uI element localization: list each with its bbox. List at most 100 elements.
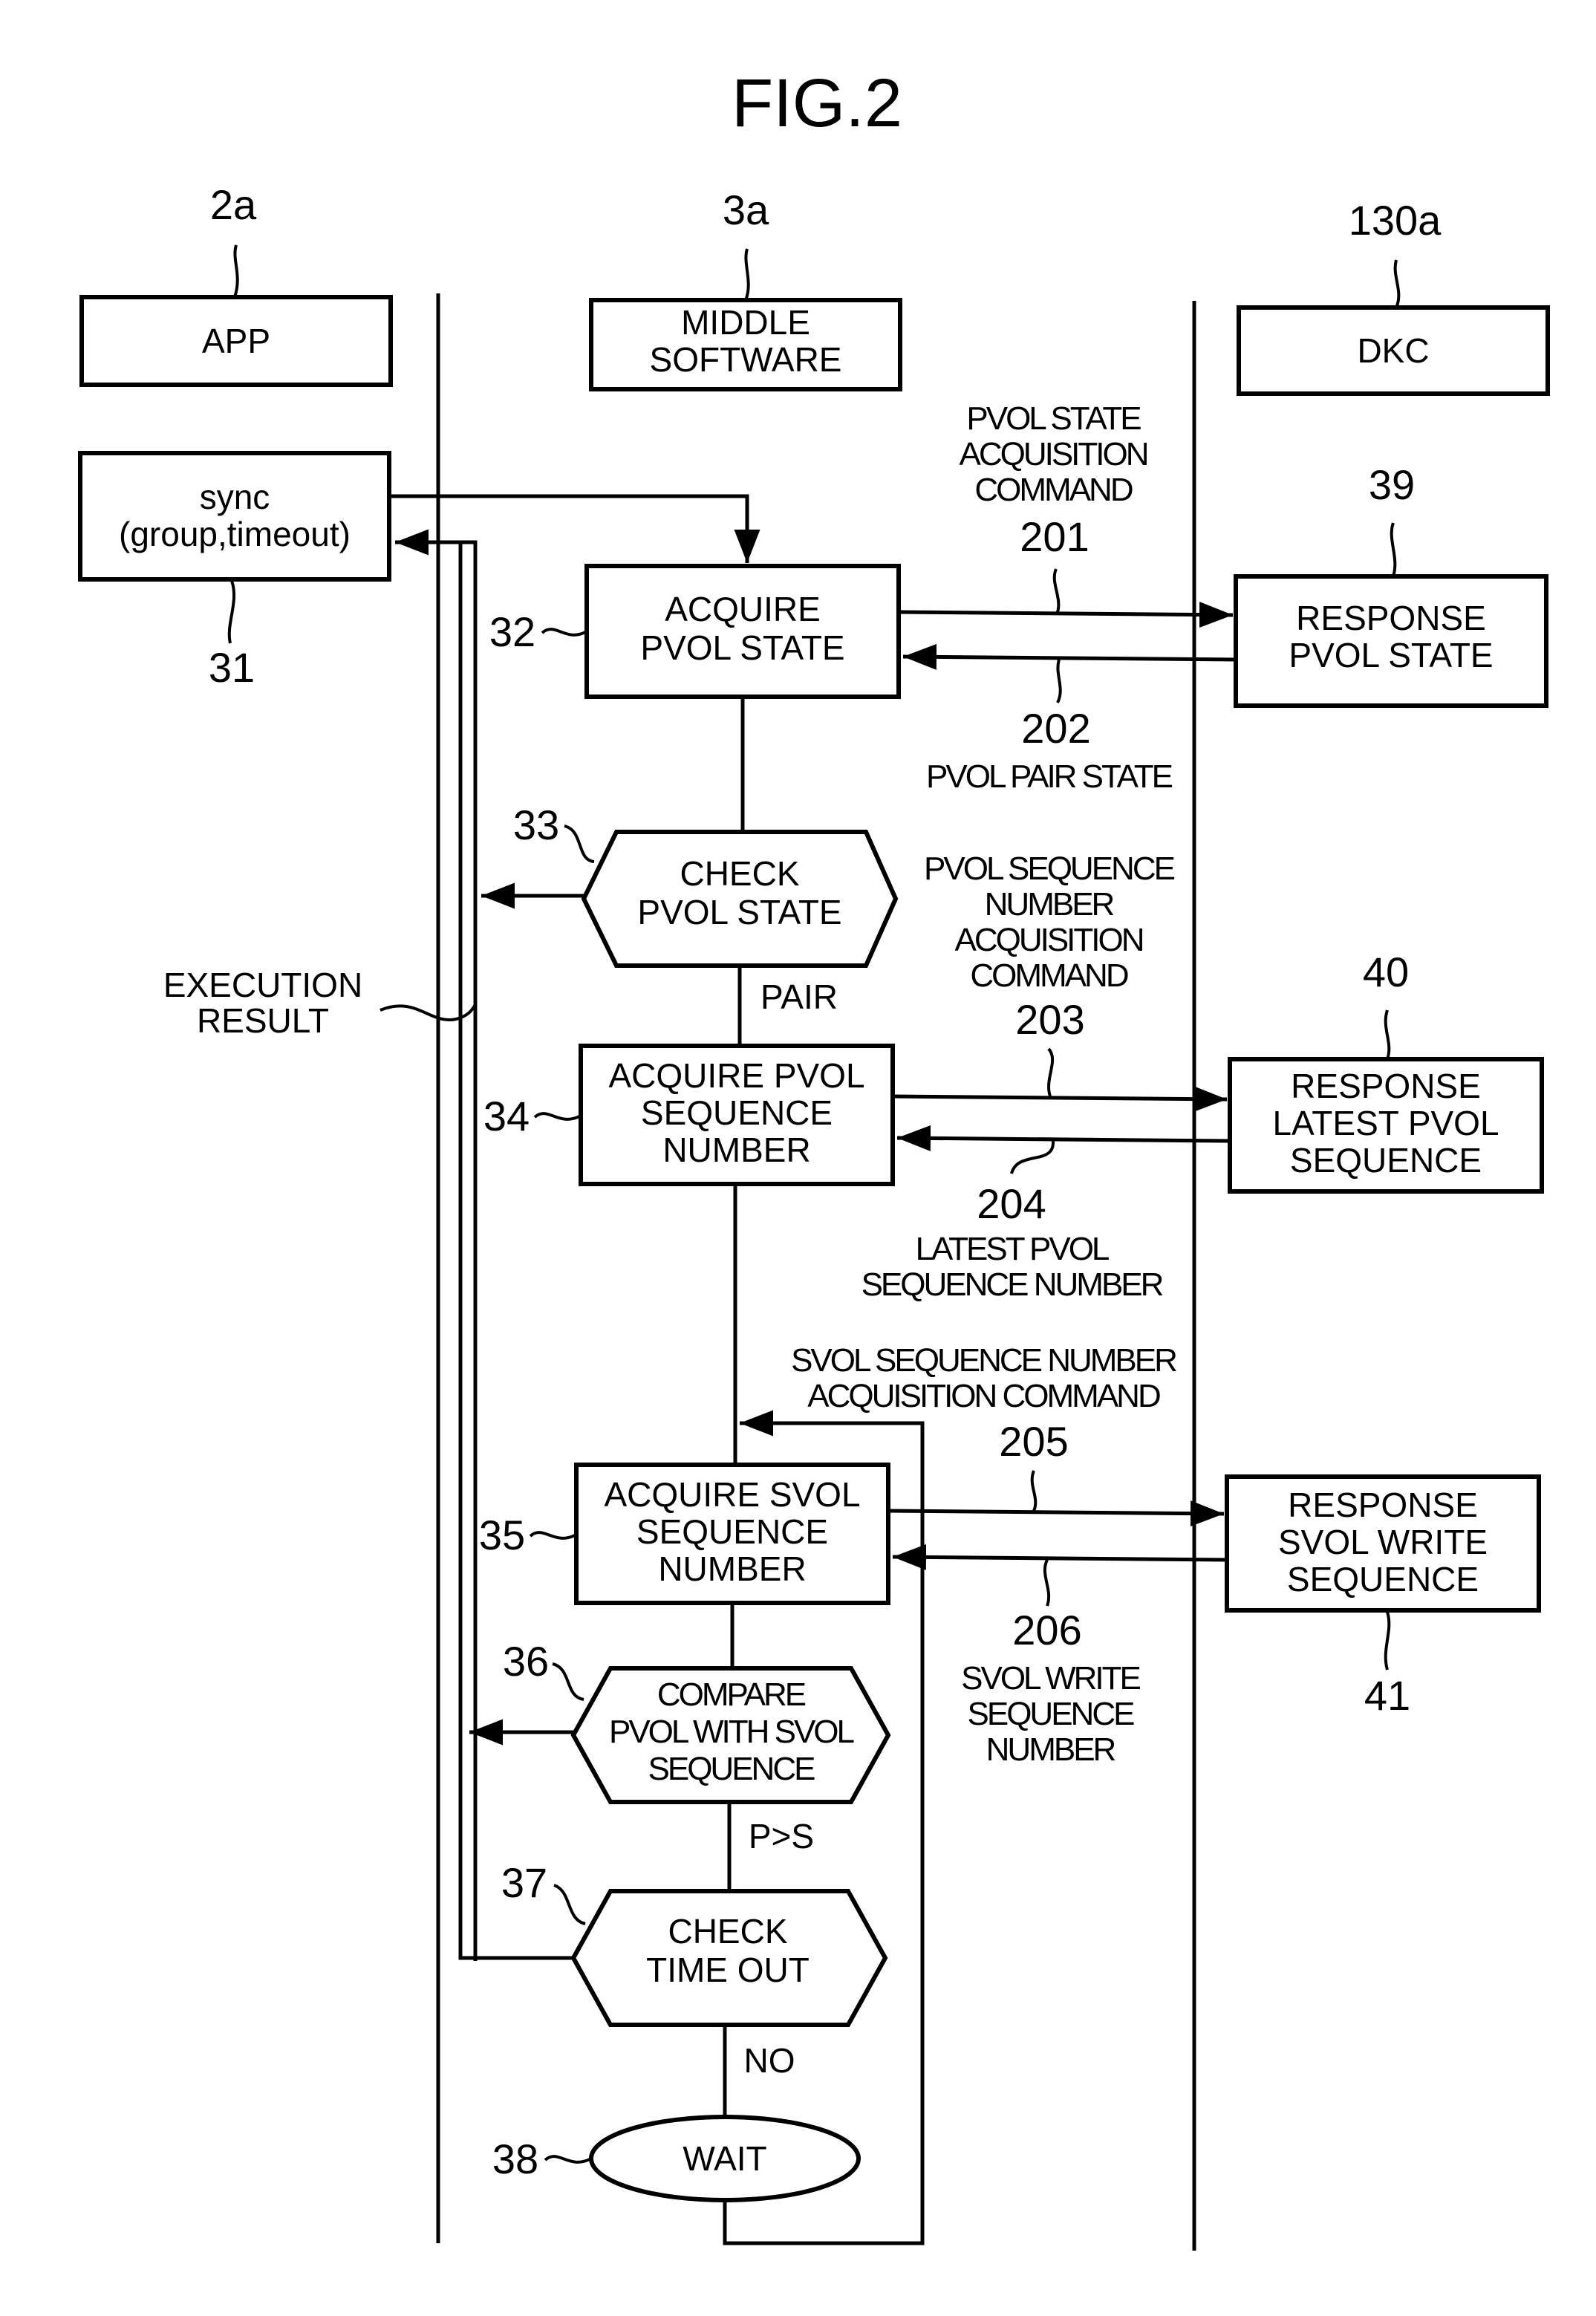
leader-line [1030, 1470, 1038, 1512]
leader-line [564, 824, 595, 863]
leader-line [544, 2155, 592, 2164]
ref-201: 201 [1020, 513, 1089, 560]
message-205-arrow [887, 1500, 1225, 1527]
middle-software-label-line2: SOFTWARE [650, 340, 842, 379]
middle-software-label-line1: MIDDLE [681, 303, 810, 342]
execution-result-label-line2: RESULT [197, 1001, 329, 1040]
ref-40: 40 [1363, 949, 1409, 995]
step-32-line2: PVOL STATE [640, 628, 844, 667]
m201-line2: ACQUISITION [959, 436, 1147, 472]
r39-line2: PVOL STATE [1289, 636, 1493, 674]
m204-line1: LATEST PVOL [916, 1231, 1110, 1267]
column-middle-software: 3a MIDDLE SOFTWARE [589, 186, 902, 391]
step-38-label: WAIT [683, 2139, 766, 2178]
dkc-response-41: RESPONSE SVOL WRITE SEQUENCE 41 [1225, 1474, 1541, 1719]
step-37-line1: CHECK [668, 1912, 787, 1951]
sync-label-line1: sync [200, 478, 270, 516]
message-204-arrow [896, 1125, 1231, 1151]
r40-line3: SEQUENCE [1290, 1141, 1482, 1180]
message-202-arrow [902, 643, 1237, 670]
dkc-response-39: 39 RESPONSE PVOL STATE [1234, 461, 1548, 708]
step-36-line3: SEQUENCE [648, 1751, 815, 1787]
leader-line [541, 628, 587, 637]
sequence-flow-diagram: FIG.2 2a APP 3a MIDDLE SOFTWARE 130a DKC… [78, 65, 1550, 2251]
ref-34: 34 [483, 1093, 530, 1139]
step-35-line1: ACQUIRE SVOL [604, 1475, 860, 1514]
leader-line [744, 248, 750, 301]
dkc-label: DKC [1357, 331, 1429, 370]
ref-36: 36 [503, 1638, 549, 1685]
m201-line1: PVOL STATE [966, 400, 1141, 437]
branch-no: NO [744, 2041, 795, 2080]
branch-p-gt-s: P>S [749, 1817, 814, 1855]
ref-39: 39 [1369, 461, 1415, 508]
m206-line3: NUMBER [986, 1731, 1115, 1768]
step-36-line2: PVOL WITH SVOL [609, 1714, 855, 1750]
m203-line1: PVOL SEQUENCE [924, 850, 1175, 887]
leader-line [1056, 659, 1062, 703]
m203-line2: NUMBER [985, 886, 1114, 923]
m205-line1: SVOL SEQUENCE NUMBER [791, 1342, 1176, 1379]
leader-line [1047, 1047, 1054, 1097]
step-32-line1: ACQUIRE [665, 590, 821, 628]
step-34-line1: ACQUIRE PVOL [608, 1056, 864, 1095]
m204-line2: SEQUENCE NUMBER [861, 1266, 1163, 1303]
leader-line [1010, 1140, 1055, 1174]
leader-line [233, 244, 239, 298]
step-35-line2: SEQUENCE [636, 1512, 828, 1551]
ref-204: 204 [977, 1180, 1046, 1227]
leader-line [1043, 1559, 1051, 1607]
ref-35: 35 [479, 1512, 525, 1558]
branch-pair: PAIR [760, 978, 838, 1016]
r41-line1: RESPONSE [1288, 1486, 1478, 1524]
column-dkc: 130a DKC [1237, 197, 1550, 396]
m203-line3: ACQUISITION [954, 922, 1142, 958]
leader-line [1384, 1009, 1391, 1060]
dkc-response-40: 40 RESPONSE LATEST PVOL SEQUENCE [1228, 949, 1544, 1194]
message-206-arrow [892, 1544, 1228, 1570]
r39-line1: RESPONSE [1296, 599, 1486, 637]
leader-line [1052, 568, 1061, 613]
step-34-line2: SEQUENCE [641, 1093, 833, 1132]
step-35-line3: NUMBER [658, 1549, 806, 1588]
ref-37: 37 [501, 1859, 547, 1906]
m206-line1: SVOL WRITE [961, 1660, 1140, 1697]
message-201-arrow [898, 602, 1234, 628]
leader-line [533, 1112, 582, 1121]
ref-33: 33 [513, 801, 559, 848]
execution-result-line [395, 529, 478, 1961]
leader-line [552, 1662, 584, 1701]
ref-3a: 3a [723, 186, 769, 233]
ref-2a: 2a [210, 181, 257, 228]
m202-line1: PVOL PAIR STATE [926, 758, 1173, 795]
leader-line [227, 580, 236, 644]
ref-31: 31 [209, 644, 255, 691]
ref-205: 205 [999, 1418, 1068, 1465]
ref-203: 203 [1015, 996, 1084, 1043]
r41-line3: SEQUENCE [1287, 1560, 1479, 1598]
execution-result-label-line1: EXECUTION [163, 966, 362, 1004]
leader-line [529, 1531, 577, 1540]
ref-38: 38 [492, 2136, 538, 2182]
leader-line [553, 1884, 586, 1925]
step-33-line2: PVOL STATE [637, 893, 841, 931]
m205-line2: ACQUISITION COMMAND [807, 1378, 1160, 1414]
r41-line2: SVOL WRITE [1278, 1523, 1488, 1561]
m206-line2: SEQUENCE [968, 1696, 1135, 1732]
figure-title: FIG.2 [732, 65, 902, 141]
sync-label-line2: (group,timeout) [119, 515, 351, 553]
m201-line3: COMMAND [974, 472, 1132, 508]
r40-line2: LATEST PVOL [1272, 1104, 1499, 1142]
step-33-line1: CHECK [680, 854, 799, 893]
ref-32: 32 [489, 608, 535, 655]
leader-line [1393, 259, 1401, 308]
ref-206: 206 [1012, 1607, 1081, 1653]
message-203-arrow [892, 1086, 1228, 1113]
step-36-line1: COMPARE [657, 1676, 806, 1713]
m203-line4: COMMAND [970, 957, 1127, 994]
step-37-line2: TIME OUT [646, 1951, 810, 1989]
timeout-result-line [458, 542, 573, 1960]
sync-call-arrow [389, 494, 760, 563]
ref-41: 41 [1364, 1672, 1410, 1719]
leader-line [1390, 522, 1397, 577]
